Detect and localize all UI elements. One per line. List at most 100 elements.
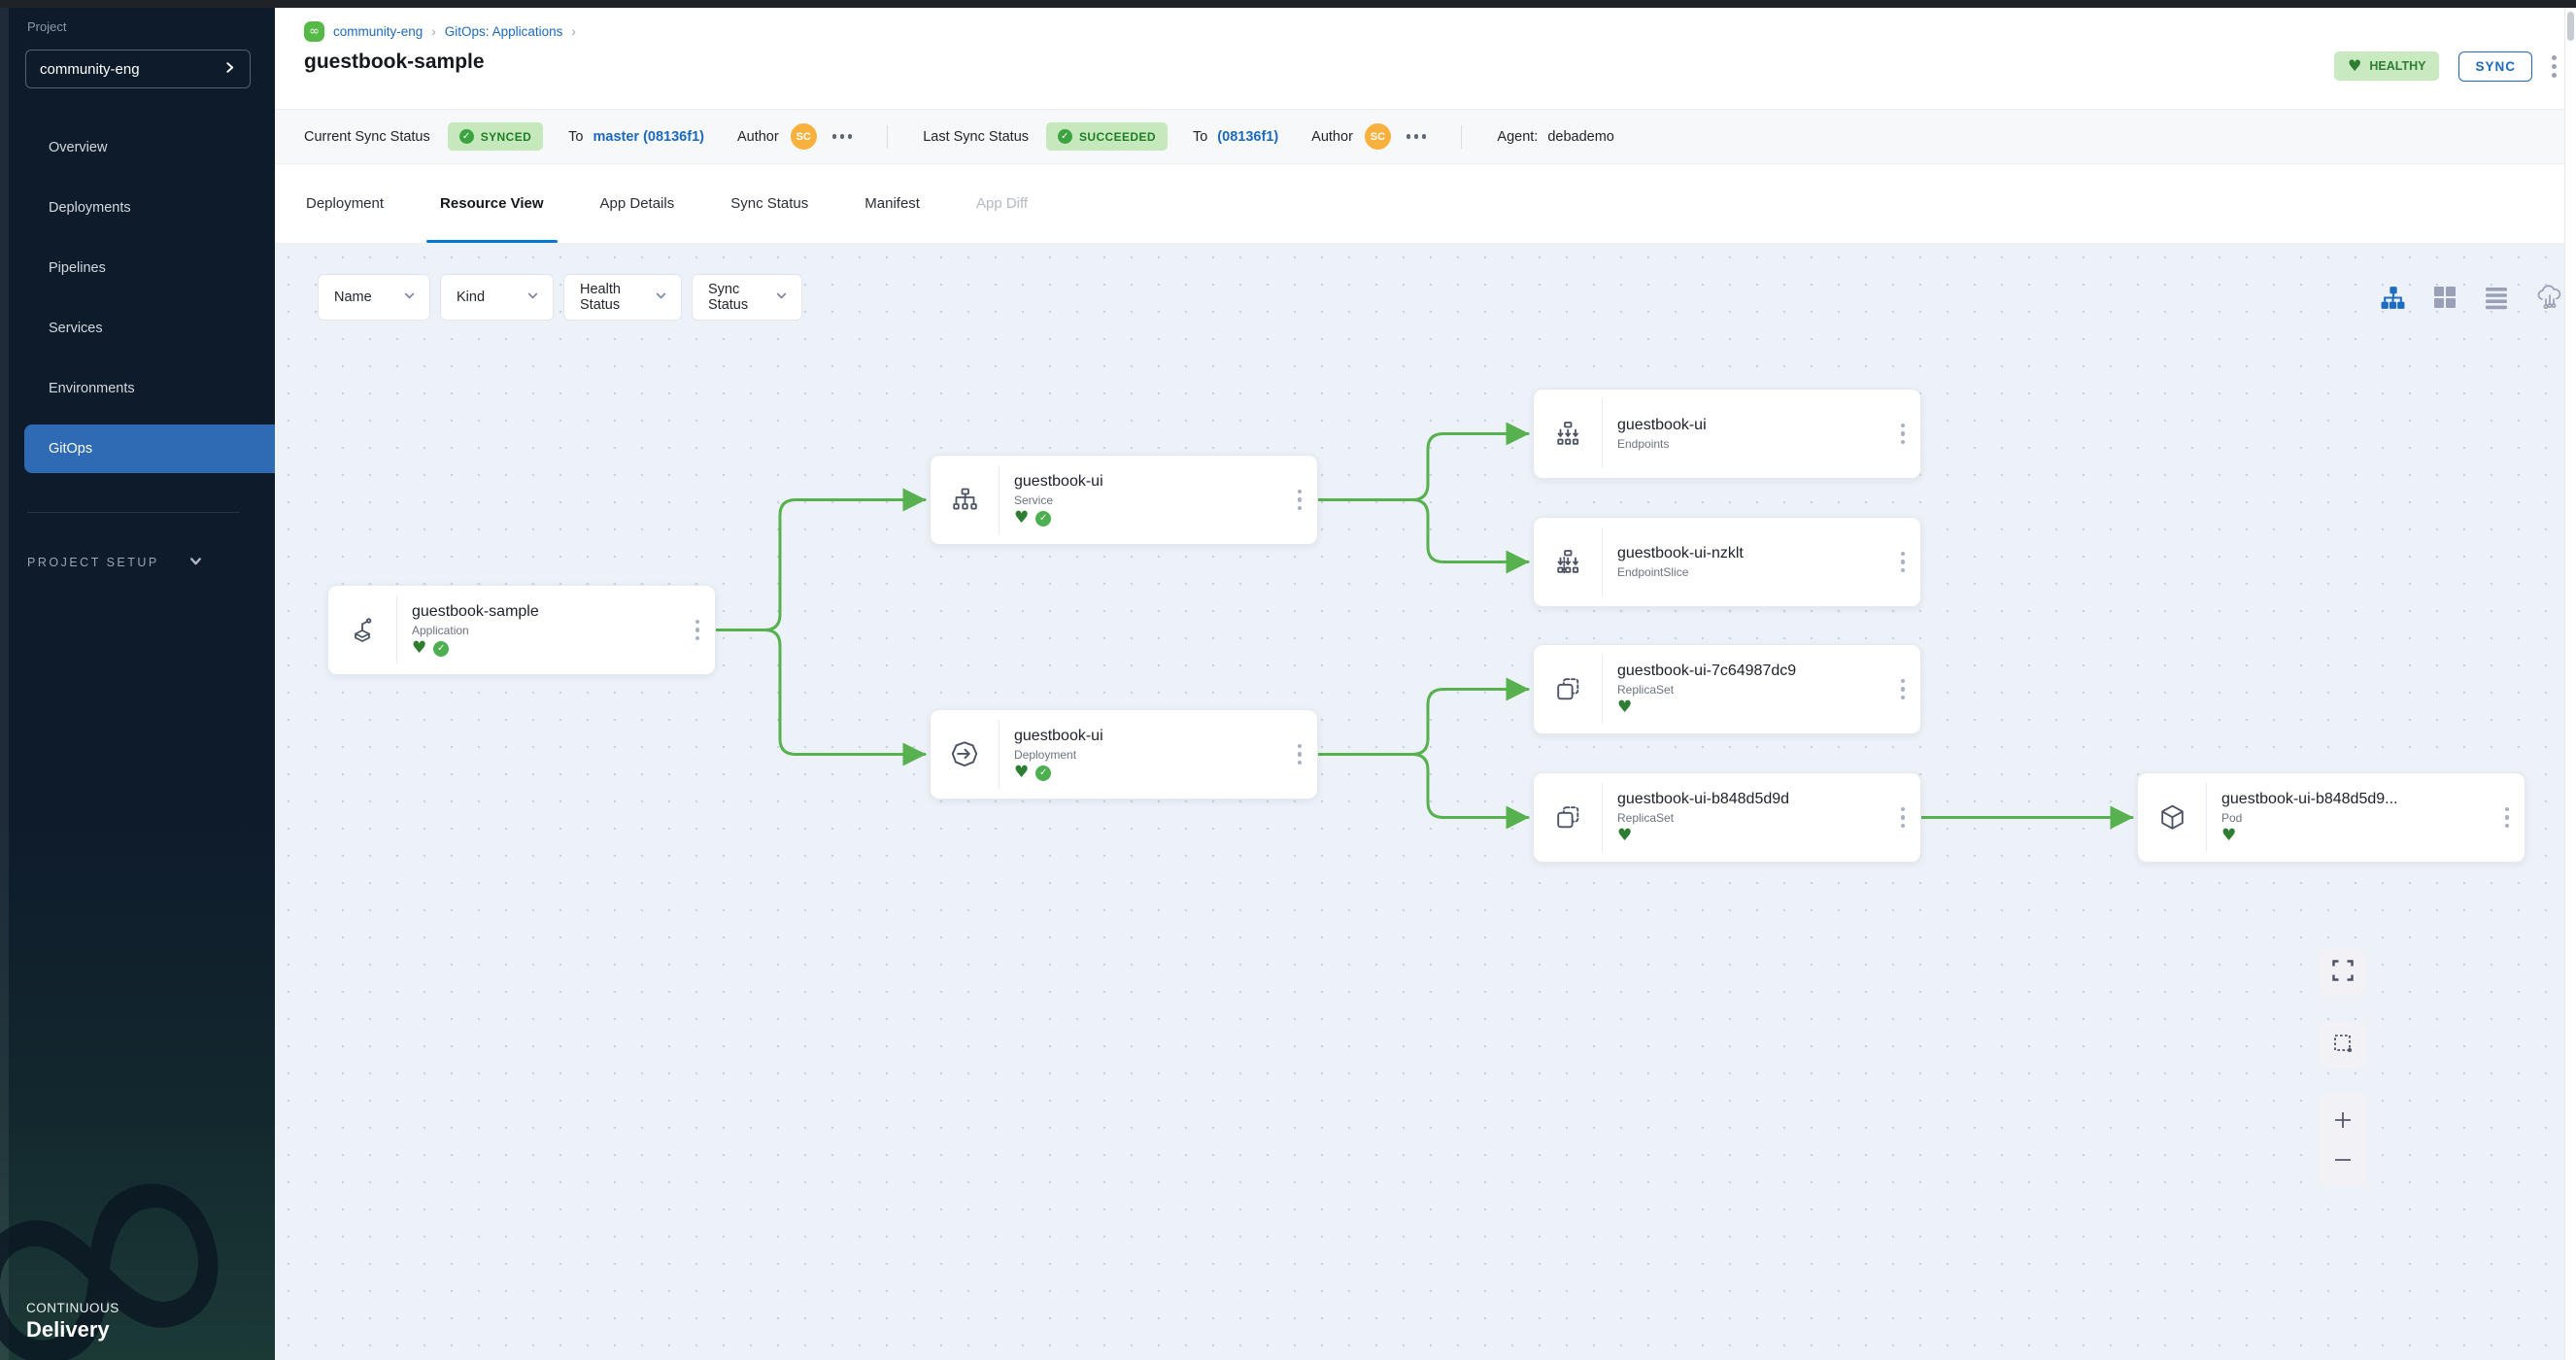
resource-node-replicaset-guestbook-ui-7c64987dc9[interactable]: guestbook-ui-7c64987dc9ReplicaSet♥ [1533, 644, 1921, 734]
tab-manifest[interactable]: Manifest [864, 164, 920, 243]
node-body: guestbook-ui-b848d5d9...Pod♥ [2207, 773, 2490, 862]
check-circle-icon: ✓ [433, 641, 449, 657]
grid-view-icon[interactable] [2432, 285, 2457, 310]
filter-bar: Name Kind Health StatusSync Status [318, 274, 802, 321]
heart-icon: ♥ [2221, 828, 2236, 844]
project-name: community-eng [40, 61, 140, 78]
node-title: guestbook-ui-7c64987dc9 [1617, 663, 1885, 680]
cloud-topology-icon[interactable] [2535, 283, 2564, 312]
breadcrumb-project-link[interactable]: community-eng [333, 24, 423, 39]
heart-icon: ♥ [2348, 58, 2361, 74]
current-sync-status-label: Current Sync Status [304, 129, 430, 145]
filter-health-status[interactable]: Health Status [563, 274, 682, 321]
project-label: Project [27, 19, 275, 34]
resource-node-deployment-guestbook-ui[interactable]: guestbook-uiDeployment♥✓ [930, 709, 1318, 799]
node-title: guestbook-sample [412, 603, 680, 621]
project-setup-toggle[interactable]: PROJECT SETUP [27, 554, 275, 571]
more-options-icon[interactable] [832, 134, 853, 139]
resource-node-application-guestbook-sample[interactable]: guestbook-sampleApplication♥✓ [327, 585, 716, 675]
resource-node-pod-guestbook-ui-b848d5d9-[interactable]: guestbook-ui-b848d5d9...Pod♥ [2137, 772, 2525, 863]
node-status-row: ♥✓ [412, 640, 680, 657]
sidebar-nav: Overview Deployments Pipelines Services Envi… [0, 123, 275, 473]
author-label: Author [1311, 129, 1353, 145]
current-sync-target-link[interactable]: master (08136f1) [593, 129, 704, 145]
marquee-select-button[interactable] [2319, 1022, 2367, 1069]
heart-icon: ♥ [1014, 510, 1029, 527]
filter-label: Name [334, 289, 372, 305]
resource-node-service-guestbook-ui[interactable]: guestbook-uiService♥✓ [930, 455, 1318, 545]
module-brand: CONTINUOUS Delivery [26, 1301, 119, 1343]
service-icon [931, 456, 999, 544]
window-top-strip [0, 0, 2576, 8]
breadcrumb: ∞ community-eng › GitOps: Applications › [304, 21, 576, 42]
health-badge-label: HEALTHY [2369, 59, 2425, 73]
node-kind: ReplicaSet [1617, 811, 1885, 825]
kebab-menu-icon[interactable] [2490, 773, 2525, 862]
page-header: ∞ community-eng › GitOps: Applications ›… [275, 8, 2576, 109]
pod-icon [2138, 773, 2206, 862]
page-scrollbar[interactable] [2564, 8, 2576, 1360]
sidebar-item-deployments[interactable]: Deployments [0, 184, 275, 232]
kebab-menu-icon[interactable] [680, 586, 715, 674]
zoom-in-icon[interactable] [2330, 1107, 2356, 1133]
heart-icon: ♥ [412, 640, 426, 657]
replicaset-icon [1534, 645, 1602, 733]
succeeded-badge: ✓ SUCCEEDED [1046, 122, 1168, 151]
succeeded-badge-label: SUCCEEDED [1079, 130, 1156, 144]
brand-delivery-label: Delivery [26, 1317, 119, 1343]
last-sync-status-label: Last Sync Status [923, 129, 1029, 145]
tab-app-diff: App Diff [976, 164, 1028, 243]
kebab-menu-icon[interactable] [1282, 456, 1317, 544]
filter-label: Kind [457, 289, 485, 305]
node-kind: Service [1014, 493, 1282, 507]
tab-app-details[interactable]: App Details [600, 164, 675, 243]
sidebar-item-environments[interactable]: Environments [0, 364, 275, 413]
sidebar-item-gitops[interactable]: GitOps [24, 425, 275, 473]
node-kind: EndpointSlice [1617, 565, 1885, 579]
kebab-menu-icon[interactable] [1282, 710, 1317, 799]
project-selector[interactable]: community-eng [25, 50, 251, 88]
brand-continuous-label: CONTINUOUS [26, 1301, 119, 1315]
kebab-menu-icon[interactable] [1885, 773, 1920, 862]
sync-button[interactable]: SYNC [2458, 51, 2532, 82]
resource-node-replicaset-guestbook-ui-b848d5d9d[interactable]: guestbook-ui-b848d5d9dReplicaSet♥ [1533, 772, 1921, 863]
page-title: guestbook-sample [304, 51, 576, 74]
tab-resource-view[interactable]: Resource View [440, 164, 543, 243]
fit-to-screen-button[interactable] [2319, 949, 2367, 996]
list-view-icon[interactable] [2484, 285, 2509, 310]
sidebar-item-services[interactable]: Services [0, 304, 275, 353]
heart-icon: ♥ [1014, 765, 1029, 781]
last-sync-target-link[interactable]: (08136f1) [1217, 129, 1278, 145]
sidebar-item-pipelines[interactable]: Pipelines [0, 244, 275, 292]
node-body: guestbook-ui-7c64987dc9ReplicaSet♥ [1603, 645, 1885, 733]
more-options-icon[interactable] [1407, 134, 1427, 139]
scrollbar-thumb[interactable] [2567, 12, 2574, 41]
node-status-row: ♥ [1617, 828, 1885, 844]
endpoints-icon [1534, 390, 1602, 478]
filter-sync-status[interactable]: Sync Status [692, 274, 802, 321]
filter-kind[interactable]: Kind [440, 274, 554, 321]
divider [887, 125, 888, 149]
kebab-menu-icon[interactable] [2552, 55, 2557, 78]
node-title: guestbook-ui-nzklt [1617, 545, 1885, 562]
tab-deployment[interactable]: Deployment [306, 164, 384, 243]
resource-node-endpointslice-guestbook-ui-nzklt[interactable]: guestbook-ui-nzklt EndpointSlice [1533, 517, 1921, 607]
tree-view-icon[interactable] [2380, 285, 2406, 311]
endpointslice-icon [1534, 518, 1602, 606]
chevron-down-icon [775, 289, 788, 306]
filter-name[interactable]: Name [318, 274, 430, 321]
kebab-menu-icon[interactable] [1885, 645, 1920, 733]
fullscreen-icon [2330, 958, 2356, 988]
breadcrumb-applications-link[interactable]: GitOps: Applications [445, 24, 563, 39]
kebab-menu-icon[interactable] [1885, 390, 1920, 478]
divider [1461, 125, 1462, 149]
to-label: To [1193, 129, 1207, 145]
kebab-menu-icon[interactable] [1885, 518, 1920, 606]
resource-graph-canvas[interactable]: Name Kind Health StatusSync Status guestbo… [275, 244, 2576, 1360]
sidebar-item-overview[interactable]: Overview [0, 123, 275, 172]
agent-label: Agent: [1497, 129, 1538, 145]
replicaset-icon [1534, 773, 1602, 862]
zoom-out-icon[interactable] [2330, 1147, 2356, 1173]
tab-sync-status[interactable]: Sync Status [730, 164, 808, 243]
resource-node-endpoints-guestbook-ui[interactable]: guestbook-uiEndpoints [1533, 389, 1921, 479]
